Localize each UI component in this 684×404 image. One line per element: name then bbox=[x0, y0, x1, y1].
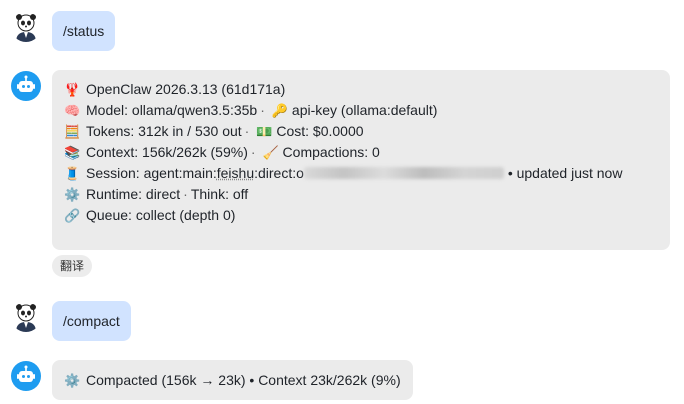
session-after-text: :direct:o bbox=[254, 165, 304, 181]
think-text: Think: off bbox=[190, 186, 249, 202]
bot-message-compact: ⚙️ Compacted (156k → 23k) • Context 23k/2… bbox=[52, 360, 413, 400]
user-avatar[interactable] bbox=[11, 302, 41, 332]
status-command-text: /status bbox=[63, 23, 105, 39]
session-link[interactable]: feishu bbox=[217, 165, 254, 181]
gear-icon: ⚙️ bbox=[64, 373, 81, 388]
compact-result-text: Compacted (156k → 23k) • Context 23k/262… bbox=[86, 372, 401, 388]
status-line-queue: 🔗 Queue: collect (depth 0) bbox=[64, 205, 658, 226]
tokens-text: Tokens: 312k in / 530 out bbox=[86, 123, 242, 139]
bot-avatar[interactable] bbox=[11, 71, 41, 101]
gear-icon: ⚙️ bbox=[64, 187, 81, 202]
status-line-model: 🧠 Model: ollama/qwen3.5:35b · 🔑 api-key (oll… bbox=[64, 100, 658, 121]
session-updated-text: • updated just now bbox=[507, 165, 623, 181]
key-icon: 🔑 bbox=[271, 103, 289, 118]
thread-icon: 🧵 bbox=[64, 166, 81, 181]
status-line-version: 🦞 OpenClaw 2026.3.13 (61d171a) bbox=[64, 79, 658, 100]
status-line-context: 📚 Context: 156k/262k (59%) · 🧹 Compactions: … bbox=[64, 142, 658, 163]
abacus-icon: 🧮 bbox=[64, 124, 81, 139]
compact-command-text: /compact bbox=[63, 313, 120, 329]
brain-icon: 🧠 bbox=[64, 103, 81, 118]
panda-avatar-icon bbox=[16, 304, 36, 332]
model-text: Model: ollama/qwen3.5:35b bbox=[86, 102, 258, 118]
cost-text: Cost: $0.0000 bbox=[276, 123, 364, 139]
compactions-text: Compactions: 0 bbox=[282, 144, 380, 160]
status-line-session: 🧵 Session: agent:main:feishu:direct:o • u… bbox=[64, 163, 658, 184]
version-text: OpenClaw 2026.3.13 (61d171a) bbox=[86, 81, 286, 97]
robot-icon bbox=[17, 365, 35, 382]
bot-message-status: 🦞 OpenClaw 2026.3.13 (61d171a) 🧠 Model: ol… bbox=[52, 70, 670, 250]
robot-icon bbox=[17, 75, 35, 92]
user-message-status: /status bbox=[52, 11, 116, 51]
runtime-text: Runtime: direct bbox=[86, 186, 181, 202]
queue-text: Queue: collect (depth 0) bbox=[86, 207, 236, 223]
user-message-compact: /compact bbox=[52, 301, 131, 341]
redacted-session-id bbox=[303, 167, 504, 179]
money-icon: 💵 bbox=[256, 124, 273, 139]
translate-button[interactable]: 翻译 bbox=[52, 255, 93, 277]
user-avatar[interactable] bbox=[11, 12, 41, 42]
link-icon: 🔗 bbox=[64, 208, 81, 223]
context-text: Context: 156k/262k (59%) bbox=[86, 144, 248, 160]
session-prefix-text: Session: agent:main: bbox=[86, 165, 217, 181]
panda-avatar-icon bbox=[16, 14, 36, 42]
lobster-icon: 🦞 bbox=[64, 82, 81, 97]
api-key-text: api-key (ollama:default) bbox=[291, 102, 438, 118]
status-line-runtime: ⚙️ Runtime: direct · Think: off bbox=[64, 184, 658, 205]
bot-avatar[interactable] bbox=[11, 361, 41, 391]
status-line-tokens: 🧮 Tokens: 312k in / 530 out · 💵 Cost: $0.000… bbox=[64, 121, 658, 142]
books-icon: 📚 bbox=[64, 145, 81, 160]
broom-icon: 🧹 bbox=[262, 145, 279, 160]
